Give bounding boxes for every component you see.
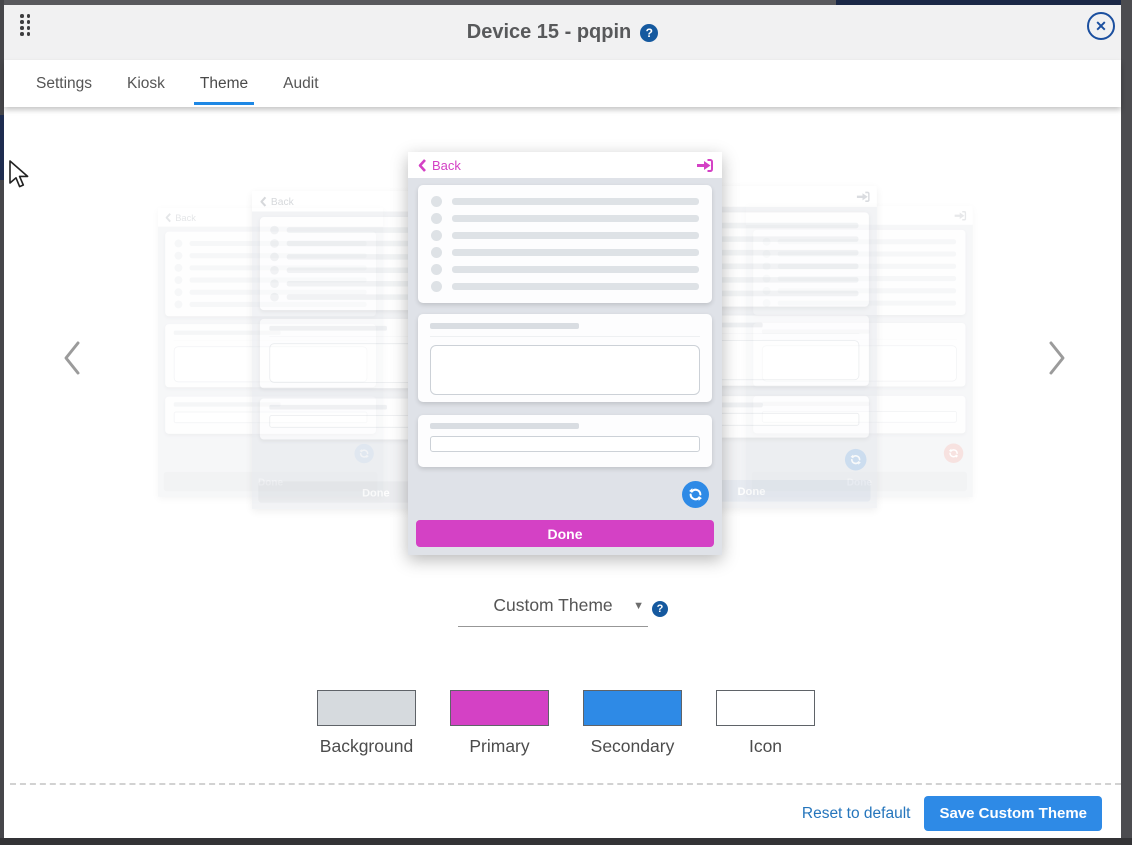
placeholder-bar: [452, 232, 699, 239]
placeholder-dot: [270, 239, 279, 248]
chevron-left-icon: [59, 338, 85, 378]
placeholder-title: [269, 326, 386, 331]
back-chevron-icon: [259, 195, 268, 207]
page-edge-right: [1121, 0, 1132, 845]
list-row-placeholder: [431, 230, 699, 241]
placeholder-dot: [431, 247, 442, 258]
sign-out-icon: [856, 190, 870, 202]
placeholder-bar: [452, 198, 699, 205]
carousel-next-button[interactable]: [1044, 338, 1070, 383]
preview-header: Back: [408, 152, 722, 178]
placeholder-dot: [174, 264, 182, 272]
placeholder-dot: [431, 230, 442, 241]
sync-icon: [948, 448, 959, 459]
tab-settings[interactable]: Settings: [36, 60, 92, 107]
mouse-cursor: [8, 160, 30, 190]
title-help-icon[interactable]: ?: [640, 24, 658, 42]
placeholder-bar: [452, 283, 699, 290]
carousel-prev-button[interactable]: [59, 338, 85, 383]
refresh-button: [682, 481, 709, 508]
list-row-placeholder: [431, 213, 699, 224]
modal-title: Device 15 - pqpin: [467, 21, 632, 44]
placeholder-dot: [431, 281, 442, 292]
swatch-primary-color[interactable]: [450, 690, 549, 726]
placeholder-dot: [270, 266, 279, 275]
swatch-primary[interactable]: Primary: [450, 690, 549, 757]
sign-out-icon: [696, 158, 713, 173]
sync-icon: [688, 487, 703, 502]
close-icon: ✕: [1095, 18, 1107, 35]
placeholder-dot: [174, 300, 182, 308]
swatch-label: Secondary: [591, 736, 675, 757]
placeholder-dot: [431, 264, 442, 275]
refresh-button: [845, 449, 867, 471]
tab-bar: Settings Kiosk Theme Audit: [4, 60, 1121, 107]
placeholder-title: [430, 423, 579, 429]
placeholder-input: [430, 436, 700, 452]
page-edge-bottom: [0, 838, 1132, 845]
preview-input-card: [418, 415, 712, 467]
drag-handle-icon[interactable]: [20, 14, 30, 36]
placeholder-dot: [270, 293, 279, 302]
placeholder-textarea: [430, 345, 700, 395]
placeholder-dot: [174, 240, 182, 248]
tab-audit[interactable]: Audit: [283, 60, 318, 107]
preview-body: Done: [408, 178, 722, 555]
placeholder-dot: [174, 288, 182, 296]
sign-out-icon: [954, 210, 966, 221]
list-row-placeholder: [431, 281, 699, 292]
swatch-secondary-color[interactable]: [583, 690, 682, 726]
placeholder-dot: [174, 252, 182, 260]
tab-kiosk[interactable]: Kiosk: [127, 60, 165, 107]
list-row-placeholder: [431, 247, 699, 258]
placeholder-bar: [452, 266, 699, 273]
placeholder-dot: [270, 226, 279, 235]
placeholder-bar: [452, 215, 699, 222]
chevron-down-icon: ▼: [633, 600, 644, 612]
placeholder-title: [269, 405, 386, 410]
placeholder-dot: [270, 279, 279, 288]
preview-done-button: Done: [416, 520, 714, 547]
tab-theme[interactable]: Theme: [200, 60, 248, 107]
refresh-button: [944, 444, 963, 463]
close-button[interactable]: ✕: [1087, 12, 1115, 40]
preview-back-link: Back: [259, 195, 294, 207]
active-tab-underline: [194, 102, 254, 105]
theme-color-swatches: Background Primary Secondary Icon: [317, 690, 815, 757]
sync-icon: [850, 454, 862, 466]
preview-back-link: Back: [417, 158, 461, 173]
theme-select-value: Custom Theme: [493, 595, 612, 615]
theme-preview-active: Back Done: [408, 152, 722, 555]
preview-list-card: [418, 185, 712, 303]
theme-select-dropdown[interactable]: Custom Theme ▼: [458, 595, 648, 627]
placeholder-dot: [270, 253, 279, 262]
preview-back-link: Back: [164, 212, 195, 223]
placeholder-title: [430, 323, 579, 329]
back-chevron-icon: [164, 212, 172, 223]
footer-actions: Reset to default Save Custom Theme: [802, 796, 1102, 831]
swatch-secondary[interactable]: Secondary: [583, 690, 682, 757]
reset-to-default-link[interactable]: Reset to default: [802, 805, 911, 823]
swatch-icon-color[interactable]: [716, 690, 815, 726]
swatch-icon[interactable]: Icon: [716, 690, 815, 757]
modal-header: Device 15 - pqpin ?: [4, 5, 1121, 60]
footer-divider: [10, 783, 1121, 785]
back-chevron-icon: [417, 158, 428, 173]
chevron-right-icon: [1044, 338, 1070, 378]
list-row-placeholder: [431, 196, 699, 207]
placeholder-dot: [174, 276, 182, 284]
swatch-label: Primary: [469, 736, 529, 757]
swatch-background-color[interactable]: [317, 690, 416, 726]
placeholder-bar: [452, 249, 699, 256]
list-row-placeholder: [431, 264, 699, 275]
placeholder-dot: [431, 213, 442, 224]
placeholder-dot: [431, 196, 442, 207]
preview-textarea-card: [418, 314, 712, 402]
swatch-label: Icon: [749, 736, 782, 757]
swatch-label: Background: [320, 736, 413, 757]
save-custom-theme-button[interactable]: Save Custom Theme: [924, 796, 1102, 831]
swatch-background[interactable]: Background: [317, 690, 416, 757]
theme-select-help-icon[interactable]: ?: [652, 601, 668, 617]
